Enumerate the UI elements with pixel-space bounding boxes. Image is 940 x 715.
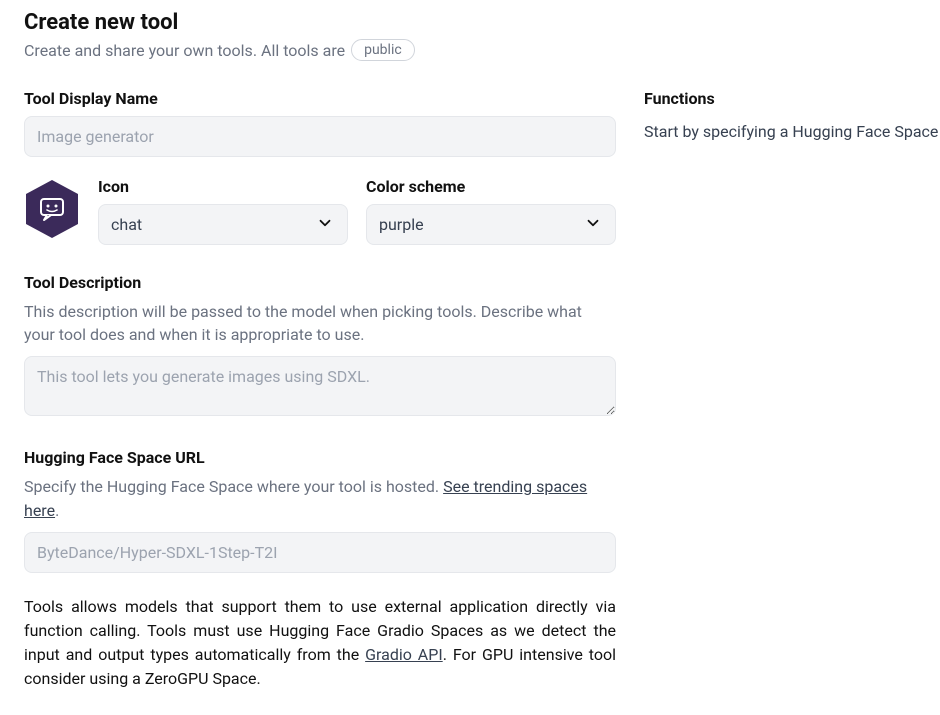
tools-footnote: Tools allows models that support them to… xyxy=(24,595,616,691)
icon-label: Icon xyxy=(98,177,348,196)
color-scheme-select[interactable]: purple xyxy=(366,204,616,245)
space-url-helper-suffix: . xyxy=(55,501,59,520)
page-title: Create new tool xyxy=(24,10,916,35)
functions-column: Functions Start by specifying a Hugging … xyxy=(644,89,940,691)
subtitle-text: Create and share your own tools. All too… xyxy=(24,41,345,60)
space-url-label: Hugging Face Space URL xyxy=(24,448,616,467)
icon-select[interactable]: chat xyxy=(98,204,348,245)
page-header: Create new tool Create and share your ow… xyxy=(24,10,916,61)
icon-preview-hexagon xyxy=(24,179,80,243)
description-helper: This description will be passed to the m… xyxy=(24,300,616,346)
functions-text: Start by specifying a Hugging Face Space… xyxy=(644,122,940,141)
description-label: Tool Description xyxy=(24,273,616,292)
gradio-api-link[interactable]: Gradio API xyxy=(365,645,443,664)
visibility-badge: public xyxy=(351,39,415,61)
space-url-helper-prefix: Specify the Hugging Face Space where you… xyxy=(24,477,443,496)
display-name-input[interactable] xyxy=(24,116,616,157)
page-subtitle: Create and share your own tools. All too… xyxy=(24,39,916,61)
functions-title: Functions xyxy=(644,89,940,108)
space-url-input[interactable] xyxy=(24,532,616,573)
space-url-helper: Specify the Hugging Face Space where you… xyxy=(24,475,616,521)
color-scheme-label: Color scheme xyxy=(366,177,616,196)
form-column: Tool Display Name Icon chat xyxy=(24,89,616,691)
display-name-label: Tool Display Name xyxy=(24,89,616,108)
description-textarea[interactable] xyxy=(24,356,616,416)
